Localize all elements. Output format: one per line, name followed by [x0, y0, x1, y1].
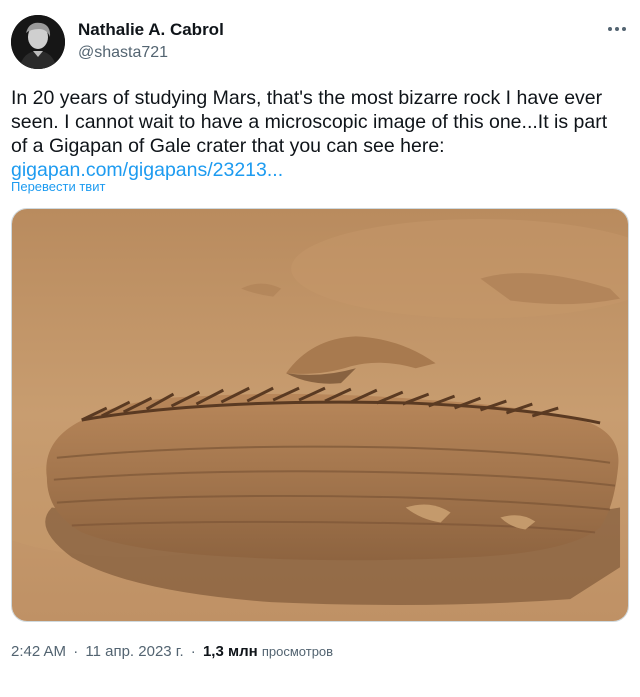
mars-rock-photo	[12, 209, 628, 621]
views-label: просмотров	[261, 644, 334, 659]
views-count: 1,3 млн	[202, 643, 258, 660]
tweet-meta: 2:42 AM · 11 апр. 2023 г. · 1,3 млн прос…	[11, 643, 333, 660]
avatar[interactable]	[11, 15, 65, 69]
tweet-link[interactable]: gigapan.com/gigapans/23213...	[11, 159, 283, 181]
author-name[interactable]: Nathalie A. Cabrol	[78, 20, 224, 40]
tweet-photo[interactable]	[11, 208, 629, 622]
avatar-image	[11, 15, 65, 69]
tweet-text-body: In 20 years of studying Mars, that's the…	[11, 87, 608, 157]
translate-tweet-link[interactable]: Перевести твит	[11, 179, 105, 194]
tweet-date[interactable]: 11 апр. 2023 г.	[85, 643, 183, 660]
tweet-card: Nathalie A. Cabrol @shasta721 In 20 year…	[0, 0, 640, 697]
tweet-time[interactable]: 2:42 AM	[11, 643, 66, 660]
more-horizontal-icon[interactable]	[606, 18, 628, 40]
tweet-text: In 20 years of studying Mars, that's the…	[11, 86, 627, 182]
author-handle[interactable]: @shasta721	[78, 44, 168, 62]
separator: ·	[190, 643, 196, 660]
separator: ·	[73, 643, 79, 660]
